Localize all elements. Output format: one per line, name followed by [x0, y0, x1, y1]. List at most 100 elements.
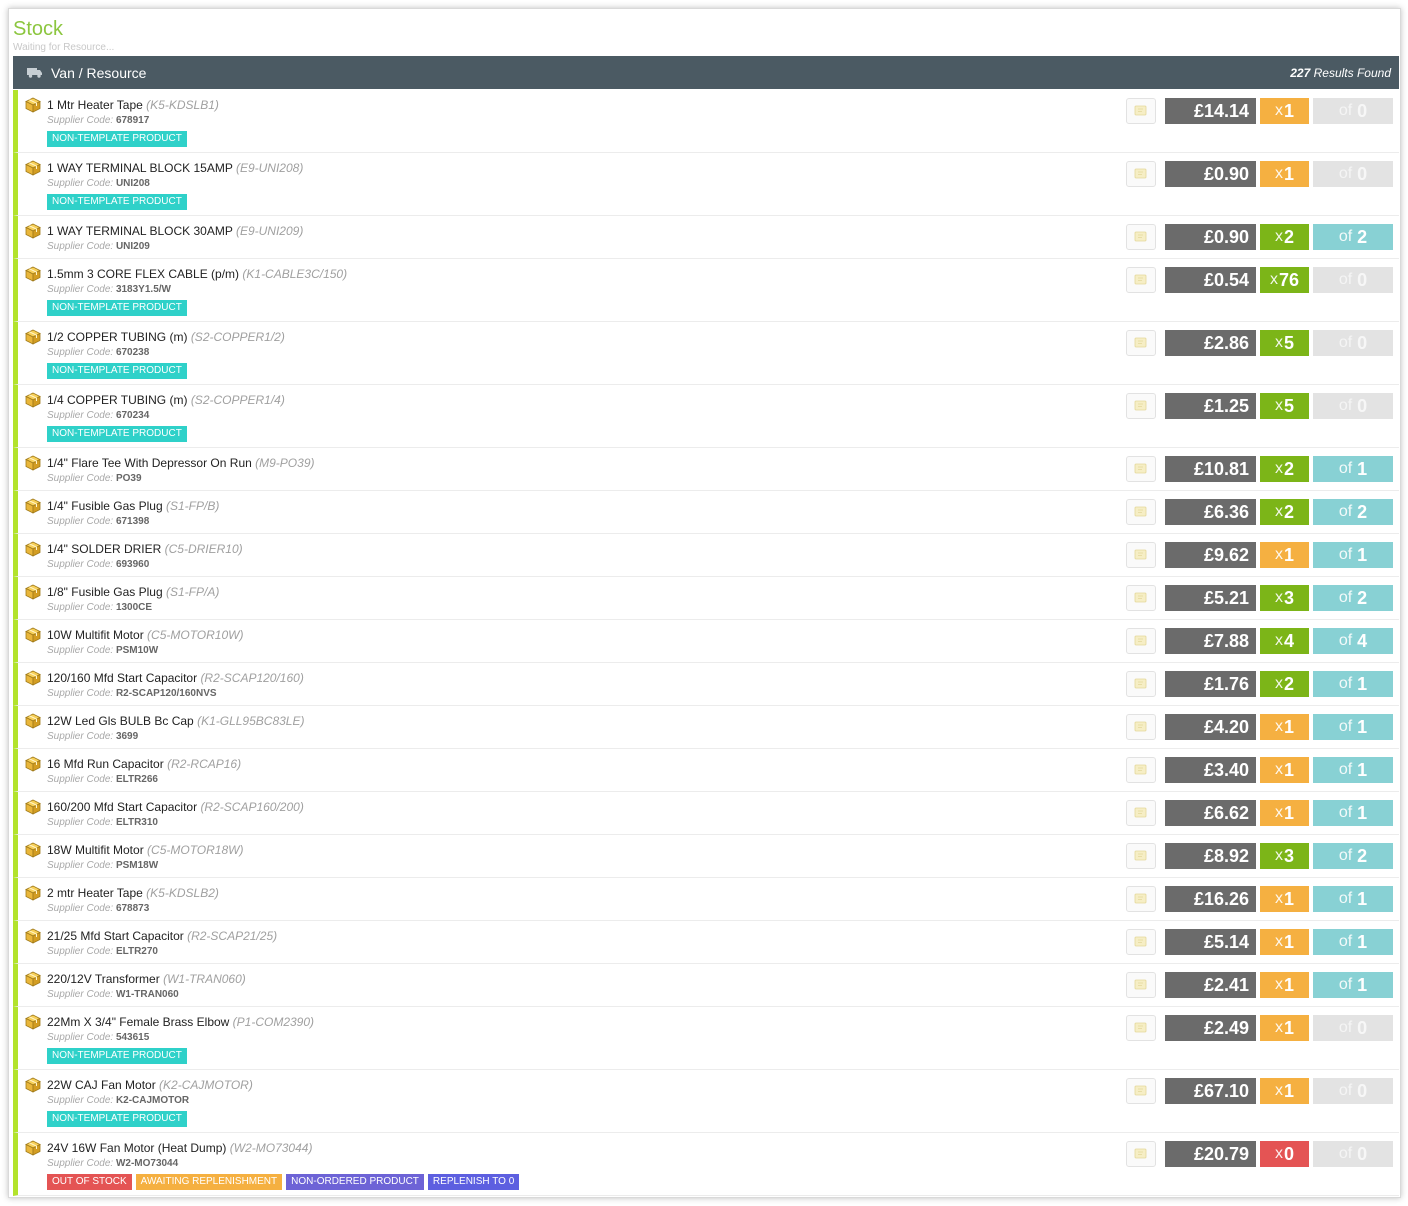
- header-title: Van / Resource: [51, 64, 147, 81]
- supplier-code: Supplier Code: UNI209: [47, 241, 150, 252]
- package-icon: [25, 160, 41, 176]
- of-badge: of 2: [1313, 585, 1393, 611]
- note-button[interactable]: [1126, 499, 1156, 525]
- stock-item-row-8[interactable]: 1/4" Fusible Gas Plug (S1-FP/B) Supplier…: [13, 491, 1399, 534]
- stock-item-row-7[interactable]: 1/4" Flare Tee With Depressor On Run (M9…: [13, 448, 1399, 491]
- stock-item-row-21[interactable]: 22W CAJ Fan Motor (K2-CAJMOTOR) Supplier…: [13, 1070, 1399, 1133]
- product-name: 22W CAJ Fan Motor: [47, 1078, 156, 1092]
- package-icon: [25, 584, 41, 600]
- of-badge: of 0: [1313, 1078, 1393, 1104]
- note-button[interactable]: [1126, 800, 1156, 826]
- quantity-badge: x1: [1260, 161, 1309, 187]
- supplier-code: Supplier Code: PSM18W: [47, 860, 159, 871]
- status-badge: NON-TEMPLATE PRODUCT: [47, 300, 187, 316]
- note-button[interactable]: [1126, 1078, 1156, 1104]
- quantity-badge: x2: [1260, 456, 1309, 482]
- product-code: (K2-CAJMOTOR): [159, 1078, 253, 1092]
- note-button[interactable]: [1126, 714, 1156, 740]
- note-button[interactable]: [1126, 267, 1156, 293]
- product-code: (P1-COM2390): [232, 1015, 315, 1029]
- stock-item-row-22[interactable]: 24V 16W Fan Motor (Heat Dump) (W2-MO7304…: [13, 1133, 1399, 1196]
- stock-panel: Stock Waiting for Resource... Van / Reso…: [8, 8, 1401, 1198]
- price-badge: £7.88: [1165, 628, 1256, 654]
- quantity-badge: x4: [1260, 628, 1309, 654]
- note-button[interactable]: [1126, 330, 1156, 356]
- stock-item-row-15[interactable]: 160/200 Mfd Start Capacitor (R2-SCAP160/…: [13, 792, 1399, 835]
- price-badge: £67.10: [1165, 1078, 1256, 1104]
- note-icon: [1134, 979, 1147, 990]
- note-button[interactable]: [1126, 98, 1156, 124]
- note-button[interactable]: [1126, 224, 1156, 250]
- package-icon: [25, 799, 41, 815]
- price-badge: £5.21: [1165, 585, 1256, 611]
- price-badge: £1.76: [1165, 671, 1256, 697]
- package-icon: [25, 1077, 41, 1093]
- stock-list: 1 Mtr Heater Tape (K5-KDSLB1) Supplier C…: [13, 90, 1399, 1196]
- note-button[interactable]: [1126, 161, 1156, 187]
- note-button[interactable]: [1126, 972, 1156, 998]
- of-badge: of 0: [1313, 1141, 1393, 1167]
- status-badge: OUT OF STOCK: [47, 1174, 132, 1190]
- stock-item-row-20[interactable]: 22Mm X 3/4" Female Brass Elbow (P1-COM23…: [13, 1007, 1399, 1070]
- stock-item-row-6[interactable]: 1/4 COPPER TUBING (m) (S2-COPPER1/4) Sup…: [13, 385, 1399, 448]
- of-badge: of 2: [1313, 843, 1393, 869]
- note-icon: [1134, 105, 1147, 116]
- note-icon: [1134, 807, 1147, 818]
- stock-item-row-11[interactable]: 10W Multifit Motor (C5-MOTOR10W) Supplie…: [13, 620, 1399, 663]
- package-icon: [25, 498, 41, 514]
- note-button[interactable]: [1126, 393, 1156, 419]
- note-button[interactable]: [1126, 886, 1156, 912]
- note-button[interactable]: [1126, 929, 1156, 955]
- stock-item-row-19[interactable]: 220/12V Transformer (W1-TRAN060) Supplie…: [13, 964, 1399, 1007]
- note-button[interactable]: [1126, 628, 1156, 654]
- truck-icon: [27, 68, 42, 78]
- price-badge: £1.25: [1165, 393, 1256, 419]
- product-code: (R2-RCAP16): [167, 757, 242, 771]
- note-button[interactable]: [1126, 1141, 1156, 1167]
- note-icon: [1134, 549, 1147, 560]
- stock-item-row-5[interactable]: 1/2 COPPER TUBING (m) (S2-COPPER1/2) Sup…: [13, 322, 1399, 385]
- note-button[interactable]: [1126, 757, 1156, 783]
- stock-item-row-3[interactable]: 1 WAY TERMINAL BLOCK 30AMP (E9-UNI209) S…: [13, 216, 1399, 259]
- price-badge: £5.14: [1165, 929, 1256, 955]
- stock-item-row-16[interactable]: 18W Multifit Motor (C5-MOTOR18W) Supplie…: [13, 835, 1399, 878]
- status-badge: NON-ORDERED PRODUCT: [286, 1174, 424, 1190]
- product-code: (C5-DRIER10): [164, 542, 243, 556]
- package-icon: [25, 266, 41, 282]
- stock-item-row-13[interactable]: 12W Led Gls BULB Bc Cap (K1-GLL95BC83LE)…: [13, 706, 1399, 749]
- quantity-badge: x0: [1260, 1141, 1309, 1167]
- stock-item-row-9[interactable]: 1/4" SOLDER DRIER (C5-DRIER10) Supplier …: [13, 534, 1399, 577]
- tag-list: NON-TEMPLATE PRODUCT: [47, 300, 347, 316]
- stock-item-row-4[interactable]: 1.5mm 3 CORE FLEX CABLE (p/m) (K1-CABLE3…: [13, 259, 1399, 322]
- tag-list: NON-TEMPLATE PRODUCT: [47, 131, 219, 147]
- price-badge: £2.86: [1165, 330, 1256, 356]
- note-button[interactable]: [1126, 542, 1156, 568]
- price-badge: £6.62: [1165, 800, 1256, 826]
- note-button[interactable]: [1126, 585, 1156, 611]
- product-code: (W2-MO73044): [229, 1141, 313, 1155]
- tag-list: NON-TEMPLATE PRODUCT: [47, 1111, 253, 1127]
- stock-item-row-12[interactable]: 120/160 Mfd Start Capacitor (R2-SCAP120/…: [13, 663, 1399, 706]
- stock-item-row-14[interactable]: 16 Mfd Run Capacitor (R2-RCAP16) Supplie…: [13, 749, 1399, 792]
- quantity-badge: x 76: [1260, 267, 1309, 293]
- product-code: (E9-UNI208): [235, 161, 304, 175]
- of-badge: of 1: [1313, 714, 1393, 740]
- supplier-code: Supplier Code: 670234: [47, 410, 150, 421]
- supplier-code: Supplier Code: 693960: [47, 559, 150, 570]
- stock-item-row-10[interactable]: 1/8" Fusible Gas Plug (S1-FP/A) Supplier…: [13, 577, 1399, 620]
- stock-item-row-2[interactable]: 1 WAY TERMINAL BLOCK 15AMP (E9-UNI208) S…: [13, 153, 1399, 216]
- note-button[interactable]: [1126, 671, 1156, 697]
- note-button[interactable]: [1126, 456, 1156, 482]
- note-icon: [1134, 274, 1147, 285]
- package-icon: [25, 670, 41, 686]
- stock-item-row-17[interactable]: 2 mtr Heater Tape (K5-KDSLB2) Supplier C…: [13, 878, 1399, 921]
- note-button[interactable]: [1126, 1015, 1156, 1041]
- package-icon: [25, 713, 41, 729]
- product-name: 2 mtr Heater Tape: [47, 886, 143, 900]
- stock-item-row-1[interactable]: 1 Mtr Heater Tape (K5-KDSLB1) Supplier C…: [13, 90, 1399, 153]
- product-name: 1/4" SOLDER DRIER: [47, 542, 162, 556]
- note-button[interactable]: [1126, 843, 1156, 869]
- quantity-badge: x2: [1260, 671, 1309, 697]
- note-icon: [1134, 893, 1147, 904]
- stock-item-row-18[interactable]: 21/25 Mfd Start Capacitor (R2-SCAP21/25)…: [13, 921, 1399, 964]
